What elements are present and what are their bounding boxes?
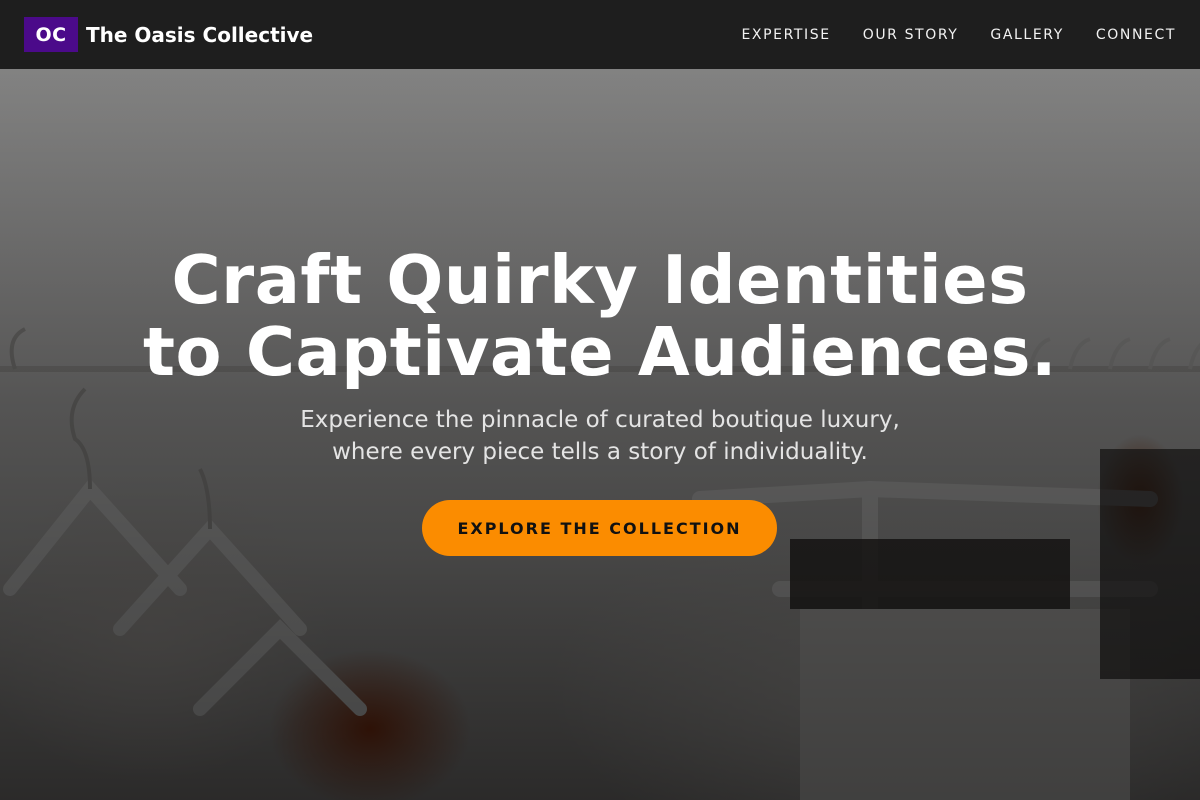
hero-title: Craft Quirky Identities to Captivate Aud…	[0, 244, 1200, 388]
nav-links: EXPERTISE OUR STORY GALLERY CONNECT	[709, 27, 1176, 43]
hero-title-line-2: to Captivate Audiences.	[142, 313, 1057, 391]
landing-page: OC The Oasis Collective EXPERTISE OUR ST…	[0, 0, 1200, 800]
hero-section: Craft Quirky Identities to Captivate Aud…	[0, 69, 1200, 800]
nav-link-our-story[interactable]: OUR STORY	[863, 27, 959, 43]
hero-content: Craft Quirky Identities to Captivate Aud…	[0, 69, 1200, 800]
nav-link-connect[interactable]: CONNECT	[1096, 27, 1176, 43]
logo-badge[interactable]: OC	[24, 17, 78, 52]
hero-subtitle-line-2: where every piece tells a story of indiv…	[332, 439, 868, 465]
brand[interactable]: OC The Oasis Collective	[24, 17, 313, 52]
explore-collection-button[interactable]: EXPLORE THE COLLECTION	[422, 500, 777, 556]
nav-link-gallery[interactable]: GALLERY	[990, 27, 1063, 43]
hero-subtitle-line-1: Experience the pinnacle of curated bouti…	[300, 407, 900, 433]
hero-subtitle: Experience the pinnacle of curated bouti…	[0, 404, 1200, 468]
nav-link-expertise[interactable]: EXPERTISE	[741, 27, 830, 43]
navbar: OC The Oasis Collective EXPERTISE OUR ST…	[0, 0, 1200, 69]
hero-title-line-1: Craft Quirky Identities	[171, 241, 1029, 319]
brand-name[interactable]: The Oasis Collective	[86, 23, 313, 47]
